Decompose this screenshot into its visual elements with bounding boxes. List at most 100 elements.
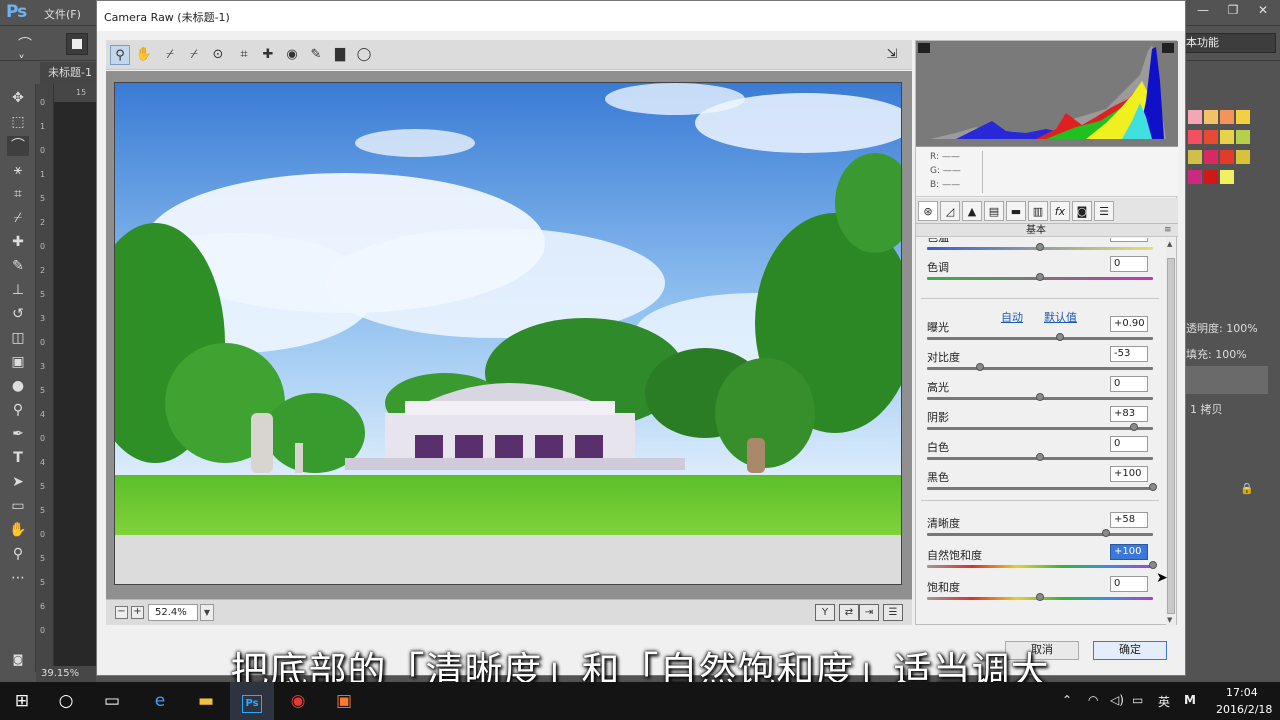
slider-thumb[interactable]: [1036, 453, 1044, 461]
tab-effects-icon[interactable]: fx: [1050, 201, 1070, 221]
slider-value-field[interactable]: 0: [1110, 238, 1148, 242]
color-swatch[interactable]: [1204, 130, 1218, 144]
slider-value-field[interactable]: 0: [1110, 436, 1148, 452]
color-swatch[interactable]: [1188, 150, 1202, 164]
magic-wand-tool-icon[interactable]: ⚹: [7, 160, 29, 180]
close-icon[interactable]: ✕: [1248, 0, 1278, 22]
before-after-icon[interactable]: Y: [815, 604, 835, 621]
eyedropper-tool-icon[interactable]: ⌿: [7, 208, 29, 228]
spot-removal-tool-icon[interactable]: ✚: [258, 45, 278, 65]
highlight-clipping-warning-icon[interactable]: [1162, 43, 1174, 53]
lasso-preset-icon[interactable]: ⌒ ˅: [18, 34, 40, 70]
slider-value-field[interactable]: 0: [1110, 376, 1148, 392]
tray-up-arrow-icon[interactable]: ⌃: [1062, 693, 1072, 707]
restore-icon[interactable]: ❐: [1218, 0, 1248, 22]
slider-thumb[interactable]: [1149, 561, 1157, 569]
tab-camera-calibration-icon[interactable]: ◙: [1072, 201, 1092, 221]
slider-track[interactable]: [927, 487, 1153, 490]
notification-icon[interactable]: ▭: [1132, 693, 1143, 707]
shadow-clipping-warning-icon[interactable]: [918, 43, 930, 53]
dodge-tool-icon[interactable]: ⚲: [7, 400, 29, 420]
tab-basic-icon[interactable]: ⊛: [918, 201, 938, 221]
scrollbar-thumb[interactable]: [1167, 258, 1175, 614]
color-swatch[interactable]: [1220, 150, 1234, 164]
hand-tool-icon[interactable]: ✋: [134, 45, 154, 65]
auto-link[interactable]: 自动: [1001, 309, 1023, 325]
volume-icon[interactable]: ◁): [1110, 693, 1124, 707]
tab-split-toning-icon[interactable]: ▬: [1006, 201, 1026, 221]
media-app-icon[interactable]: ▣: [322, 682, 366, 720]
open-preferences-icon[interactable]: ⇲: [882, 45, 902, 65]
gradient-tool-icon[interactable]: ▣: [7, 352, 29, 372]
tab-tone-curve-icon[interactable]: ◿: [940, 201, 960, 221]
shape-tool-icon[interactable]: ▭: [7, 496, 29, 516]
hand-tool-icon[interactable]: ✋: [7, 520, 29, 540]
adjustment-brush-tool-icon[interactable]: ✎: [306, 45, 326, 65]
slider-thumb[interactable]: [1036, 243, 1044, 251]
panel-menu-icon[interactable]: ≡: [1164, 224, 1172, 237]
swap-settings-icon[interactable]: ⇄: [839, 604, 859, 621]
stamp-tool-icon[interactable]: ⊥: [7, 280, 29, 300]
slider-track[interactable]: [927, 367, 1153, 370]
slider-thumb[interactable]: [1036, 393, 1044, 401]
task-view-icon[interactable]: ▭: [90, 682, 134, 720]
tab-detail-icon[interactable]: ▲: [962, 201, 982, 221]
workspace-select[interactable]: 本功能: [1180, 33, 1276, 53]
color-swatch[interactable]: [1220, 110, 1234, 124]
crop-tool-icon[interactable]: ⌗: [7, 184, 29, 204]
color-swatch[interactable]: [1188, 110, 1202, 124]
clock-time[interactable]: 17:04: [1226, 686, 1258, 699]
slider-thumb[interactable]: [1101, 529, 1110, 537]
healing-brush-tool-icon[interactable]: ✚: [7, 232, 29, 252]
slider-thumb[interactable]: [1036, 593, 1044, 601]
slider-value-field[interactable]: +0.90: [1110, 316, 1148, 332]
color-swatch[interactable]: [1220, 170, 1234, 184]
layer-row-selected[interactable]: [1186, 366, 1268, 394]
new-selection-mode-button[interactable]: [66, 33, 88, 55]
opacity-value[interactable]: 100%: [1226, 322, 1257, 335]
more-tools-icon[interactable]: ⋯: [7, 568, 29, 588]
edge-browser-icon[interactable]: e: [138, 682, 182, 720]
eraser-tool-icon[interactable]: ◫: [7, 328, 29, 348]
zoom-tool-icon[interactable]: ⚲: [7, 544, 29, 564]
slider-thumb[interactable]: [1036, 273, 1044, 281]
targeted-adjustment-tool-icon[interactable]: ⊙: [208, 45, 228, 65]
radial-filter-tool-icon[interactable]: ◯: [354, 45, 374, 65]
scroll-down-icon[interactable]: ▼: [1167, 616, 1172, 624]
tab-lens-corrections-icon[interactable]: ▥: [1028, 201, 1048, 221]
color-sampler-tool-icon[interactable]: ⌿: [184, 45, 204, 65]
clock-date[interactable]: 2016/2/18: [1216, 703, 1272, 716]
cortana-icon[interactable]: ○: [44, 682, 88, 720]
slider-track[interactable]: [927, 565, 1153, 568]
minimize-icon[interactable]: —: [1188, 0, 1218, 22]
blur-tool-icon[interactable]: ●: [7, 376, 29, 396]
network-icon[interactable]: ◠: [1088, 693, 1098, 707]
color-swatch[interactable]: [1236, 150, 1250, 164]
slider-value-field[interactable]: +58: [1110, 512, 1148, 528]
layer-name[interactable]: 1 拷贝: [1190, 401, 1223, 417]
fill-value[interactable]: 100%: [1215, 348, 1246, 361]
slider-track[interactable]: [927, 337, 1153, 340]
white-balance-tool-icon[interactable]: ⌿: [160, 45, 180, 65]
menu-file[interactable]: 文件(F): [44, 6, 81, 22]
red-eye-tool-icon[interactable]: ◉: [282, 45, 302, 65]
slider-thumb[interactable]: [1129, 423, 1138, 431]
file-explorer-icon[interactable]: ▬: [184, 682, 228, 720]
type-tool-icon[interactable]: T: [7, 448, 29, 468]
scroll-up-icon[interactable]: ▲: [1167, 240, 1172, 248]
ime-language[interactable]: 英: [1158, 693, 1170, 710]
slider-thumb[interactable]: [1149, 483, 1157, 491]
color-swatch[interactable]: [1204, 110, 1218, 124]
slider-track[interactable]: [927, 427, 1153, 430]
color-swatch[interactable]: [1188, 170, 1202, 184]
lasso-tool-icon[interactable]: ⌒: [7, 136, 29, 156]
tab-presets-icon[interactable]: ☰: [1094, 201, 1114, 221]
ime-mode[interactable]: M: [1184, 693, 1196, 707]
zoom-in-button[interactable]: +: [131, 606, 144, 619]
marquee-tool-icon[interactable]: ⬚: [7, 112, 29, 132]
crop-tool-icon[interactable]: ⌗: [234, 45, 254, 65]
color-swatch[interactable]: [1236, 130, 1250, 144]
preview-preferences-icon[interactable]: ☰: [883, 604, 903, 621]
slider-value-field[interactable]: +83: [1110, 406, 1148, 422]
layer-fill[interactable]: 填充: 100%: [1186, 346, 1247, 362]
